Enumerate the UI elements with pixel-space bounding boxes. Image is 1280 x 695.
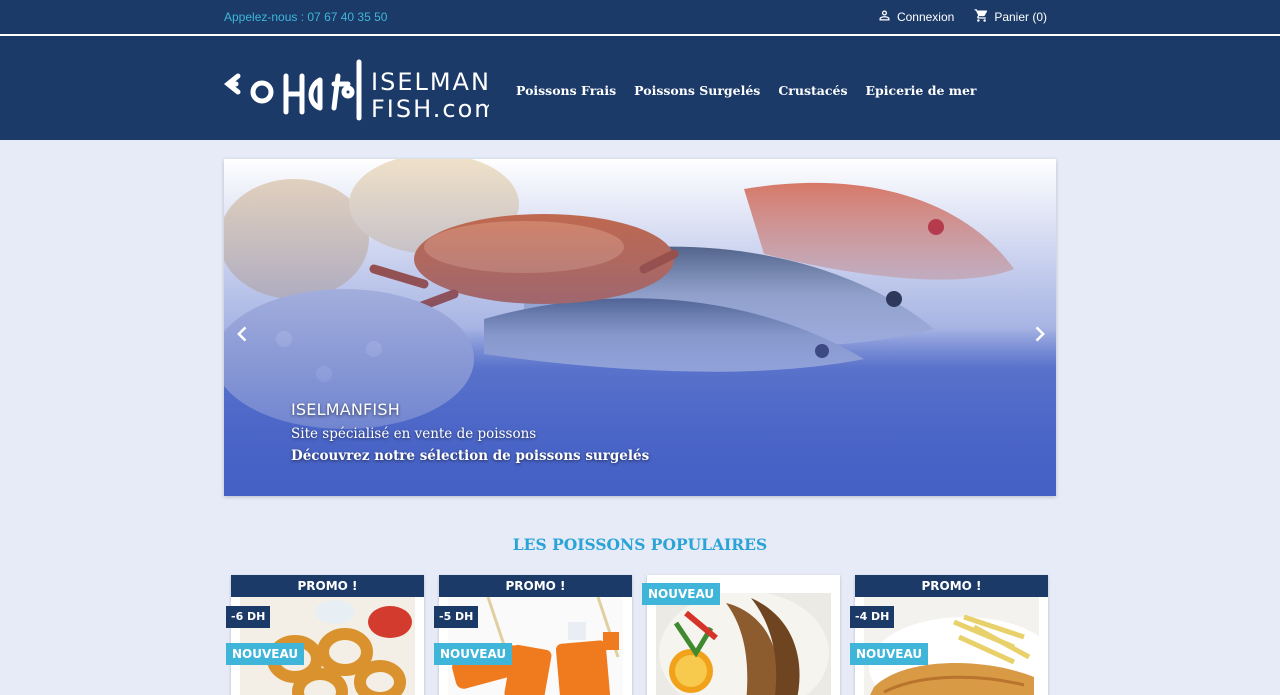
product-card[interactable]: PROMO ! -6 DH NOUVEAU (226, 575, 424, 695)
cart-label: Panier (0) (994, 10, 1047, 24)
slide-caption: ISELMANFISH Site spécialisé en vente de … (291, 400, 649, 467)
nav-crustaces[interactable]: Crustacés (778, 83, 847, 98)
slide-text-1: Site spécialisé en vente de poissons (291, 426, 537, 442)
chevron-right-icon (1035, 326, 1045, 342)
new-badge: NOUVEAU (226, 643, 305, 665)
section-title: LES POISSONS POPULAIRES (512, 535, 768, 554)
logo-text-1: ISELMAN (371, 68, 489, 96)
main-nav: Poissons Frais Poissons Surgelés Crustac… (516, 83, 977, 98)
nav-epicerie-de-mer[interactable]: Epicerie de mer (865, 83, 976, 98)
discount-badge: -6 DH (226, 606, 271, 628)
slide-title: ISELMANFISH (291, 400, 400, 419)
new-badge: NOUVEAU (850, 643, 929, 665)
logo-text-2: FISH.com (371, 95, 489, 123)
promo-banner: PROMO ! (231, 575, 424, 597)
phone-number: Appelez-nous : 07 67 40 35 50 (224, 10, 388, 24)
shopping-cart-icon (974, 8, 989, 26)
new-badge: NOUVEAU (642, 583, 721, 605)
slide-text-2: Découvrez notre sélection de poissons su… (291, 448, 650, 464)
nav-poissons-surgeles[interactable]: Poissons Surgelés (634, 83, 760, 98)
product-image-grilled-fish[interactable] (656, 593, 831, 695)
login-link[interactable]: Connexion (877, 8, 954, 26)
product-card[interactable]: PROMO ! -5 DH NOUVEAU (434, 575, 632, 695)
discount-badge: -5 DH (434, 606, 479, 628)
discount-badge: -4 DH (850, 606, 895, 628)
promo-banner: PROMO ! (855, 575, 1048, 597)
slider-prev-button[interactable] (233, 324, 253, 344)
top-bar: Appelez-nous : 07 67 40 35 50 Connexion … (0, 0, 1280, 34)
cart-link[interactable]: Panier (0) (974, 8, 1047, 26)
user-links: Connexion Panier (0) (877, 8, 1047, 26)
nav-poissons-frais[interactable]: Poissons Frais (516, 83, 616, 98)
product-card[interactable]: PROMO ! -4 DH NOUVEAU (850, 575, 1048, 695)
slider-next-button[interactable] (1029, 324, 1049, 344)
person-icon (877, 8, 892, 26)
promo-banner: PROMO ! (439, 575, 632, 597)
login-label: Connexion (896, 10, 955, 24)
product-card[interactable]: NOUVEAU (642, 575, 840, 695)
main-header: ISELMAN FISH.com Poissons Frais Poissons… (0, 36, 1280, 140)
chevron-left-icon (237, 326, 247, 342)
new-badge: NOUVEAU (434, 643, 513, 665)
site-logo[interactable]: ISELMAN FISH.com (223, 58, 498, 124)
hero-slider[interactable]: ISELMANFISH Site spécialisé en vente de … (224, 159, 1056, 496)
